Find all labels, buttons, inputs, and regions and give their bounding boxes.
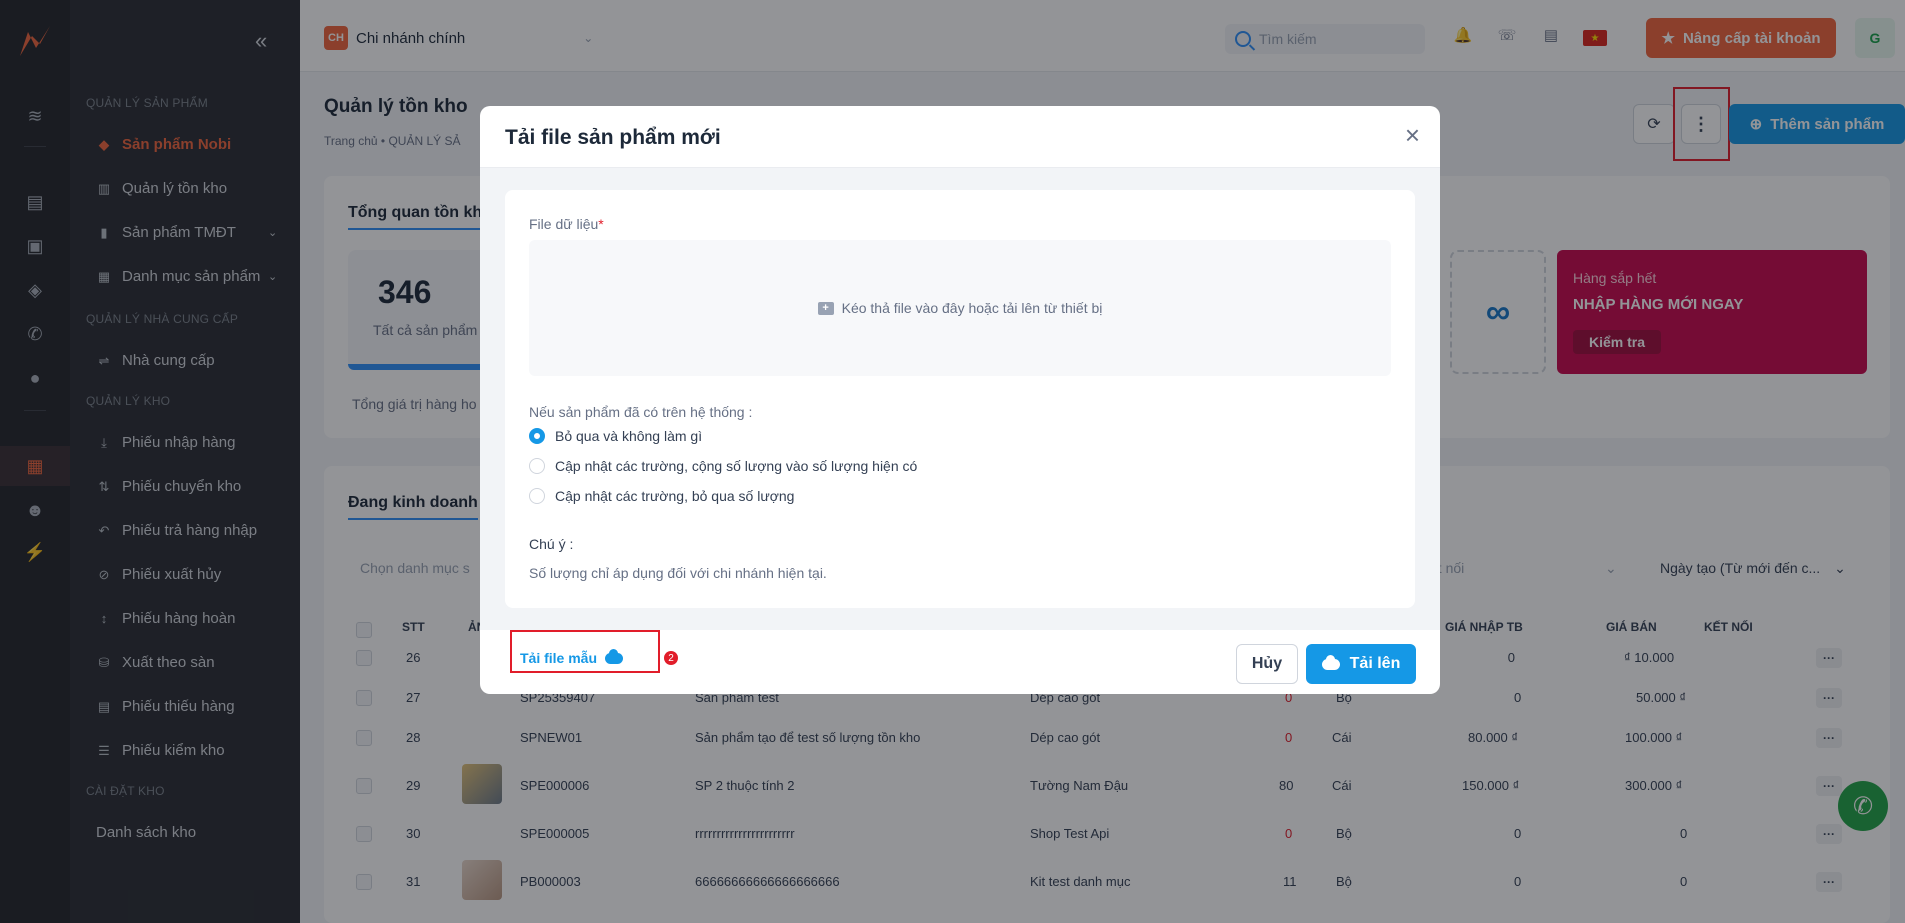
file-label: File dữ liệu* — [529, 216, 604, 232]
existing-product-question: Nếu sản phẩm đã có trên hệ thống : — [529, 404, 753, 420]
note-label: Chú ý : — [529, 536, 574, 552]
option-update-add-quantity[interactable]: Cập nhật các trường, cộng số lượng vào s… — [529, 458, 917, 474]
modal-header: Tải file sản phẩm mới × — [480, 106, 1440, 168]
file-dropzone[interactable]: + Kéo thả file vào đây hoặc tải lên từ t… — [529, 240, 1391, 376]
option-update-skip-quantity[interactable]: Cập nhật các trường, bỏ qua số lượng — [529, 488, 794, 504]
upload-label: Tải lên — [1349, 655, 1401, 672]
close-icon[interactable]: × — [1405, 120, 1420, 151]
file-label-text: File dữ liệu — [529, 216, 599, 232]
upload-form: File dữ liệu* + Kéo thả file vào đây hoặ… — [505, 190, 1415, 608]
option-skip[interactable]: Bỏ qua và không làm gì — [529, 428, 702, 444]
required-mark: * — [598, 216, 604, 232]
radio-selected-icon[interactable] — [529, 428, 545, 444]
option-label: Cập nhật các trường, cộng số lượng vào s… — [555, 458, 918, 474]
cancel-button[interactable]: Hủy — [1236, 644, 1298, 684]
cloud-upload-icon — [1321, 654, 1340, 670]
annotation-box — [510, 630, 660, 673]
modal-body: File dữ liệu* + Kéo thả file vào đây hoặ… — [480, 168, 1440, 630]
radio-icon[interactable] — [529, 488, 545, 504]
option-label: Bỏ qua và không làm gì — [555, 428, 703, 444]
upload-products-modal: Tải file sản phẩm mới × File dữ liệu* + … — [480, 106, 1440, 694]
annotation-marker: 2 — [664, 651, 678, 665]
radio-icon[interactable] — [529, 458, 545, 474]
note-text: Số lượng chỉ áp dụng đối với chi nhánh h… — [529, 565, 827, 581]
upload-button[interactable]: Tải lên — [1306, 644, 1416, 684]
modal-title: Tải file sản phẩm mới — [505, 126, 721, 149]
add-folder-icon: + — [817, 301, 834, 315]
dropzone-text: Kéo thả file vào đây hoặc tải lên từ thi… — [841, 300, 1103, 316]
option-label: Cập nhật các trường, bỏ qua số lượng — [555, 488, 795, 504]
